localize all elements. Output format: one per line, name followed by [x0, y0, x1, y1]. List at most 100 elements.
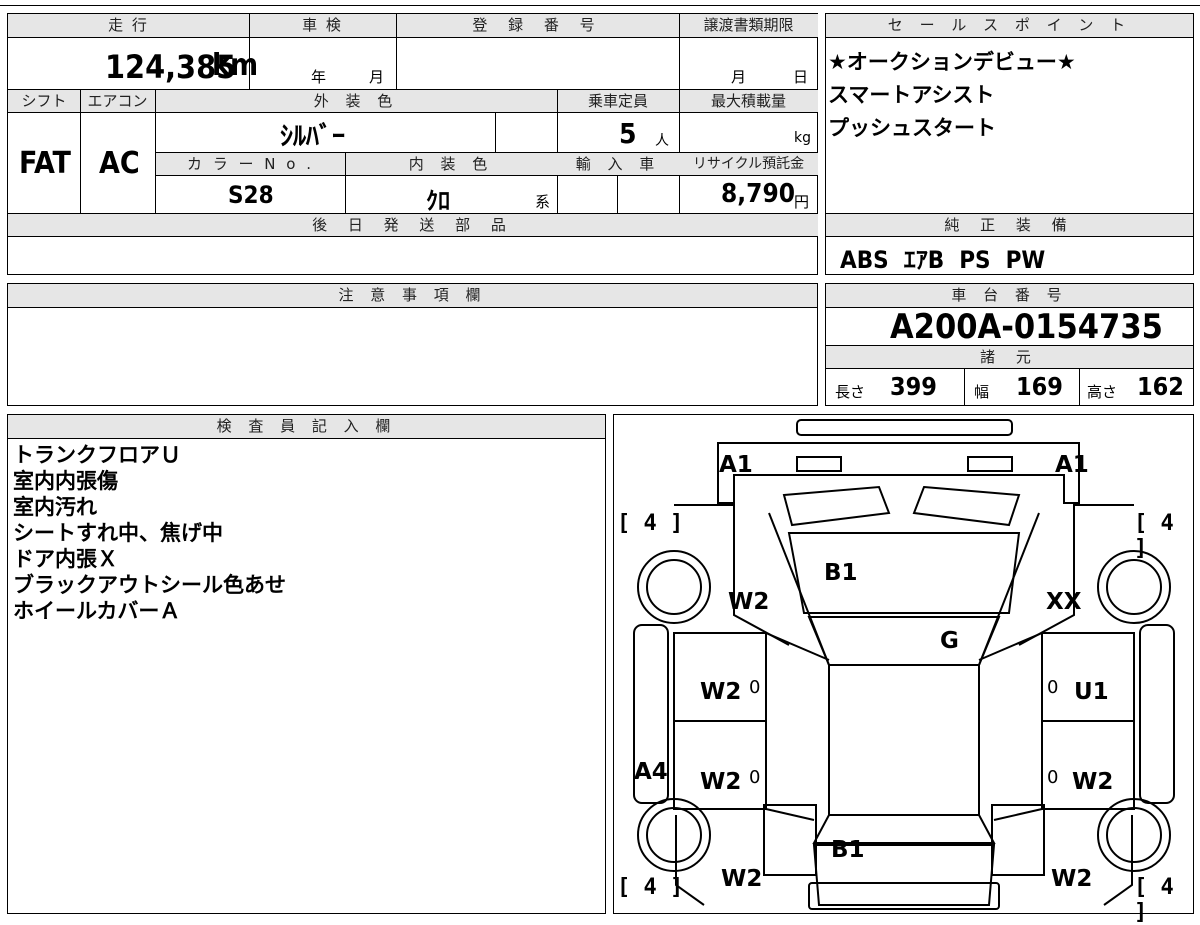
front-left-wheel — [646, 559, 702, 615]
color-no-header: カ ラ ー N o . — [156, 153, 345, 175]
front-bumper-outline — [796, 419, 1013, 436]
later-parts-header: 後 日 発 送 部 品 — [8, 214, 818, 236]
tire-depth-rl: [ 4 ] — [617, 875, 684, 900]
mark-b1-rear: B1 — [831, 837, 865, 863]
right-sill — [1139, 624, 1175, 804]
transfer-month-label: 月 — [731, 68, 747, 86]
mark-w2-rdl: W2 — [700, 769, 742, 795]
import-header: 輸 入 車 — [557, 153, 679, 175]
front-panel-outline — [717, 442, 1080, 504]
interior-color-value: ｸﾛ — [426, 187, 450, 215]
height-label: 高さ — [1087, 383, 1118, 401]
inspector-note: 室内内張傷 — [13, 469, 118, 493]
color-no-value: S28 — [228, 181, 274, 209]
mark-a4: A4 — [634, 759, 668, 785]
sales-point-lines: ★オークションデビュー★ スマートアシスト プッシュスタート — [828, 46, 1076, 145]
right-front-fender — [1018, 504, 1134, 646]
chassis-header: 車 台 番 号 — [826, 284, 1193, 308]
mark-xx: XX — [1046, 589, 1082, 615]
inspector-note: ドア内張Ｘ — [13, 547, 118, 571]
interior-color-header: 内 装 色 — [345, 153, 557, 175]
capacity-unit: 人 — [655, 133, 669, 149]
caution-panel: 注 意 事 項 欄 — [7, 283, 818, 406]
mark-b1-front: B1 — [824, 560, 858, 586]
mark-u1: U1 — [1074, 679, 1109, 705]
mileage-unit: km — [212, 48, 259, 83]
length-value: 399 — [890, 372, 937, 401]
capacity-value: 5 — [619, 117, 637, 150]
shift-header: シフト — [8, 90, 80, 112]
equipment-header: 純 正 装 備 — [826, 214, 1193, 236]
transfer-day-label: 日 — [793, 68, 809, 86]
roof-outline — [828, 664, 980, 816]
recycle-fee-value: 8,790 — [721, 179, 795, 209]
inspector-note: ブラックアウトシール色あせ — [13, 573, 286, 597]
mark-g: G — [940, 628, 959, 654]
tire-depth-fr: [ 4 ] — [1134, 511, 1174, 561]
mark-w2-rl: W2 — [721, 866, 763, 892]
inspector-note: ホイールカバーＡ — [13, 599, 181, 623]
left-front-fender — [674, 504, 790, 646]
inspection-month-label: 月 — [369, 68, 385, 86]
inspector-notes-list: トランクフロアＵ 室内内張傷 室内汚れ シートすれ中、焦げ中 ドア内張Ｘ ブラッ… — [13, 442, 286, 624]
exterior-color-header: 外 装 色 — [155, 90, 557, 112]
inspector-notes-panel: 検 査 員 記 入 欄 トランクフロアＵ 室内内張傷 室内汚れ シートすれ中、焦… — [7, 414, 606, 914]
rear-right-wheel — [1106, 807, 1162, 863]
mark-zero-3: 0 — [749, 767, 761, 788]
caution-header: 注 意 事 項 欄 — [8, 284, 817, 308]
mark-zero-2: 0 — [1047, 677, 1059, 698]
chassis-panel: 車 台 番 号 A200A-0154735 諸 元 長さ 399 幅 169 高… — [825, 283, 1194, 406]
inspector-notes-header: 検 査 員 記 入 欄 — [8, 415, 605, 439]
left-rear-door — [673, 720, 767, 810]
inspector-note: シートすれ中、焦げ中 — [13, 521, 223, 545]
right-rear-line — [993, 808, 1043, 821]
mark-zero-1: 0 — [749, 677, 761, 698]
sales-line: スマートアシスト — [828, 83, 995, 107]
recycle-header: リサイクル預託金 — [679, 153, 818, 175]
capacity-header: 乗車定員 — [557, 90, 679, 112]
mark-w2-rdr: W2 — [1072, 769, 1114, 795]
tire-depth-rr: [ 4 ] — [1134, 875, 1174, 925]
right-rear-door — [1041, 720, 1135, 810]
left-door-line — [765, 632, 830, 661]
front-left-tire — [637, 550, 711, 624]
chassis-number: A200A-0154735 — [890, 307, 1163, 347]
left-rear-line — [765, 808, 815, 821]
exterior-color-value: ｼﾙﾊﾞｰ — [280, 122, 346, 152]
front-right-tire — [1097, 550, 1171, 624]
left-headlight — [796, 456, 842, 472]
sales-point-header: セ ー ル ス ポ イ ン ト — [826, 14, 1193, 38]
recycle-fee-unit: 円 — [794, 193, 810, 211]
max-load-unit: kg — [794, 130, 811, 146]
length-label: 長さ — [835, 383, 866, 401]
right-door-line — [978, 632, 1043, 661]
left-vent — [782, 485, 891, 527]
inspection-year-label: 年 — [311, 68, 327, 86]
right-a-pillar — [978, 512, 1040, 666]
inspector-note: 室内汚れ — [13, 495, 97, 519]
inspector-note: トランクフロアＵ — [13, 443, 181, 467]
vehicle-info-panel: 走 行 車 検 登 録 番 号 譲渡書類期限 124,385 km 年 月 月 … — [7, 13, 818, 275]
width-label: 幅 — [974, 383, 990, 401]
mark-zero-4: 0 — [1047, 767, 1059, 788]
transfer-deadline-header: 譲渡書類期限 — [679, 14, 818, 37]
interior-color-suffix: 系 — [535, 193, 551, 211]
aircon-value: AC — [99, 146, 140, 181]
right-vent — [912, 485, 1021, 527]
car-outline-diagram — [633, 419, 1175, 910]
left-a-pillar — [768, 512, 830, 666]
mark-w2-rr: W2 — [1051, 866, 1093, 892]
mark-a1-right: A1 — [1055, 452, 1089, 478]
sales-point-panel: セ ー ル ス ポ イ ン ト ★オークションデビュー★ スマートアシスト プッ… — [825, 13, 1194, 275]
car-diagram-panel: A1 A1 B1 G XX W2 W2 0 0 U1 A4 W2 0 0 W2 … — [613, 414, 1194, 925]
right-headlight — [967, 456, 1013, 472]
max-load-header: 最大積載量 — [679, 90, 818, 112]
rear-left-wheel — [646, 807, 702, 863]
mark-a1-left: A1 — [719, 452, 753, 478]
tire-depth-fl: [ 4 ] — [617, 511, 684, 536]
aircon-header: エアコン — [80, 90, 155, 112]
mark-w2-fl: W2 — [728, 589, 770, 615]
inspection-header: 車 検 — [249, 14, 396, 37]
top-strip-line — [0, 5, 1200, 6]
width-value: 169 — [1016, 372, 1063, 401]
